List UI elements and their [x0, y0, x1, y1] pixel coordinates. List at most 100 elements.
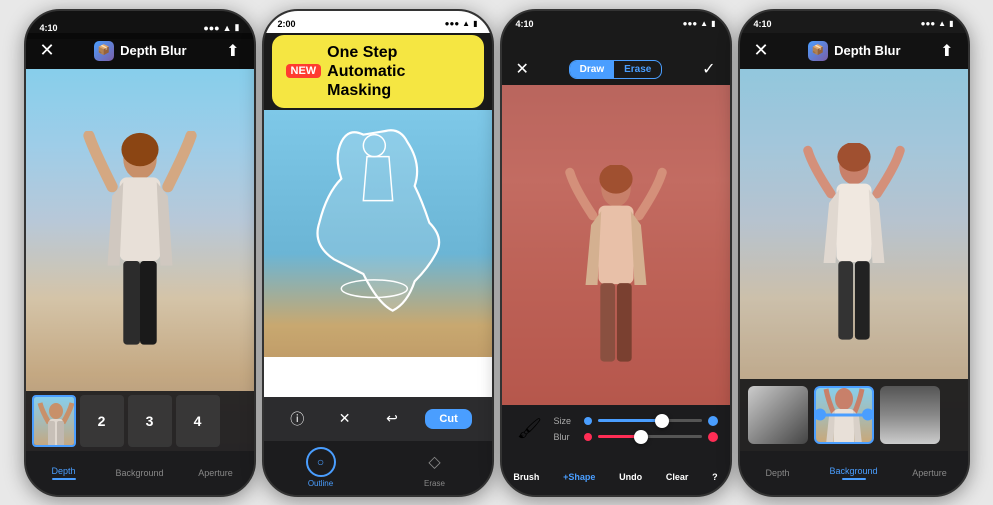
skater-figure-2 [298, 120, 458, 340]
status-bar-4: 4:10 ●●● ▲ ▮ [740, 11, 968, 33]
tab-depth-4[interactable]: Depth [740, 468, 816, 478]
tab-aperture-label-1: Aperture [198, 468, 233, 478]
nav-bar-4: ✕ 📦 Depth Blur ⬆ [740, 33, 968, 69]
blur-slider-3[interactable] [598, 435, 702, 438]
outline-tool-2[interactable]: ○ Outline [306, 447, 336, 488]
draw-btn-3[interactable]: Draw [570, 61, 614, 78]
tab-aperture-1[interactable]: Aperture [178, 468, 254, 478]
share-icon-4[interactable]: ⬆ [940, 41, 953, 61]
blur-label-3: Blur [554, 432, 578, 442]
aperture-card-4[interactable] [880, 386, 940, 444]
wifi-icon-3: ▲ [700, 19, 708, 28]
erase-icon-2: ◇ [420, 447, 450, 477]
wifi-icon-1: ▲ [223, 23, 232, 33]
woman-figure-4 [799, 143, 909, 383]
tab-bar-4: Depth Background Aperture [740, 451, 968, 495]
wifi-icon-4: ▲ [938, 19, 946, 28]
photo-area-2 [264, 110, 492, 396]
signal-icon-4: ●●● [921, 19, 936, 28]
time-3: 4:10 [516, 19, 534, 29]
time-1: 4:10 [40, 23, 58, 33]
erase-tool-2[interactable]: ◇ Erase [420, 447, 450, 488]
check-icon-3[interactable]: ✓ [702, 59, 715, 79]
battery-icon-3: ▮ [711, 19, 715, 28]
bottom-tools-2: ○ Outline ◇ Erase [264, 441, 492, 495]
time-4: 4:10 [754, 19, 772, 29]
tab-background-4[interactable]: Background [816, 466, 892, 480]
photo-area-1: 2 3 4 [26, 69, 254, 451]
erase-label-2: Erase [424, 479, 445, 488]
thumb-4[interactable]: 4 [176, 395, 220, 447]
battery-icon-1: ▮ [235, 22, 240, 33]
tab-depth-underline-1 [52, 478, 76, 480]
photo-area-4 [740, 69, 968, 451]
wifi-icon-2: ▲ [462, 19, 470, 28]
phone-3: 4:10 ●●● ▲ ▮ ✕ Draw Erase ✓ [500, 9, 732, 497]
bg-card-4[interactable] [814, 386, 874, 444]
thumb-4-label: 4 [194, 413, 202, 429]
yellow-banner-2: NEW One StepAutomatic Masking [272, 35, 484, 109]
phone-1: 4:10 ●●● ▲ ▮ ✕ 📦 Depth Blur ⬆ [24, 9, 256, 497]
undo-icon-2[interactable]: ↩ [378, 405, 406, 433]
tab-depth-label-1: Depth [51, 466, 75, 476]
app-icon-1: 📦 [94, 41, 114, 61]
tab-background-1[interactable]: Background [102, 468, 178, 478]
battery-icon-4: ▮ [949, 19, 953, 28]
info-icon-2[interactable]: ⓘ [283, 405, 311, 433]
size-thumb-3[interactable] [655, 414, 669, 428]
depth-card-4[interactable] [748, 386, 808, 444]
signal-icon-2: ●●● [445, 19, 460, 28]
share-icon-1[interactable]: ⬆ [226, 41, 239, 61]
signal-icon-1: ●●● [203, 23, 219, 33]
photo-area-3 [502, 85, 730, 405]
toolbar-2: ⓘ ✕ ↩ Cut [264, 397, 492, 441]
outline-label-2: Outline [308, 479, 333, 488]
status-bar-1: 4:10 ●●● ▲ ▮ [26, 11, 254, 39]
close-icon-3[interactable]: ✕ [516, 59, 529, 79]
banner-text-2: One StepAutomatic Masking [327, 43, 469, 101]
thumbnail-strip-1: 2 3 4 [26, 391, 254, 451]
back-icon-4[interactable]: ✕ [754, 40, 769, 61]
tab-bar-1: Depth Background Aperture [26, 451, 254, 495]
app-title-4: Depth Blur [834, 43, 900, 58]
size-slider-3[interactable] [598, 419, 702, 422]
thumb-2[interactable]: 2 [80, 395, 124, 447]
thumb-1-selected[interactable] [32, 395, 76, 447]
phone-4: 4:10 ●●● ▲ ▮ ✕ 📦 Depth Blur ⬆ [738, 9, 970, 497]
woman-figure-3 [561, 165, 671, 405]
app-icon-4: 📦 [808, 41, 828, 61]
help-icon-3[interactable]: ? [712, 472, 718, 482]
cut-button-2[interactable]: Cut [425, 409, 471, 429]
thumb-3[interactable]: 3 [128, 395, 172, 447]
main-container: 4:10 ●●● ▲ ▮ ✕ 📦 Depth Blur ⬆ [0, 0, 993, 505]
slider-controls-3: 🖌 Size Blur [502, 405, 730, 459]
size-dot-3 [584, 417, 592, 425]
outline-icon-2: ○ [306, 447, 336, 477]
app-title-1: Depth Blur [120, 43, 186, 58]
tab-aperture-label-4: Aperture [912, 468, 947, 478]
tab-bg-label-1: Background [115, 468, 163, 478]
back-icon-1[interactable]: ✕ [40, 40, 55, 61]
brush-tool-label-3[interactable]: Brush [513, 472, 539, 482]
undo-tool-label-3[interactable]: Undo [619, 472, 642, 482]
phone-2: 2:00 ●●● ▲ ▮ NEW One StepAutomatic Maski… [262, 9, 494, 497]
bottom-tools-3: Brush +Shape Undo Clear ? [502, 459, 730, 495]
nav-title-4: 📦 Depth Blur [808, 41, 900, 61]
tab-bg-label-4: Background [829, 466, 877, 476]
tab-depth-label-4: Depth [765, 468, 789, 478]
clear-tool-label-3[interactable]: Clear [666, 472, 689, 482]
size-end-dot-3 [708, 416, 718, 426]
tab-depth-1[interactable]: Depth [26, 466, 102, 480]
woman-figure-1 [80, 131, 200, 391]
tab-aperture-4[interactable]: Aperture [892, 468, 968, 478]
blur-thumb-3[interactable] [634, 430, 648, 444]
status-bar-2: 2:00 ●●● ▲ ▮ [264, 11, 492, 33]
thumb-cards-4 [740, 379, 968, 451]
erase-btn-3[interactable]: Erase [614, 61, 661, 78]
white-bottom-2 [264, 357, 492, 397]
blur-end-dot-3 [708, 432, 718, 442]
shape-tool-label-3[interactable]: +Shape [563, 472, 595, 482]
close-icon-2[interactable]: ✕ [331, 405, 359, 433]
nav-title-1: 📦 Depth Blur [94, 41, 186, 61]
battery-icon-2: ▮ [473, 19, 477, 28]
